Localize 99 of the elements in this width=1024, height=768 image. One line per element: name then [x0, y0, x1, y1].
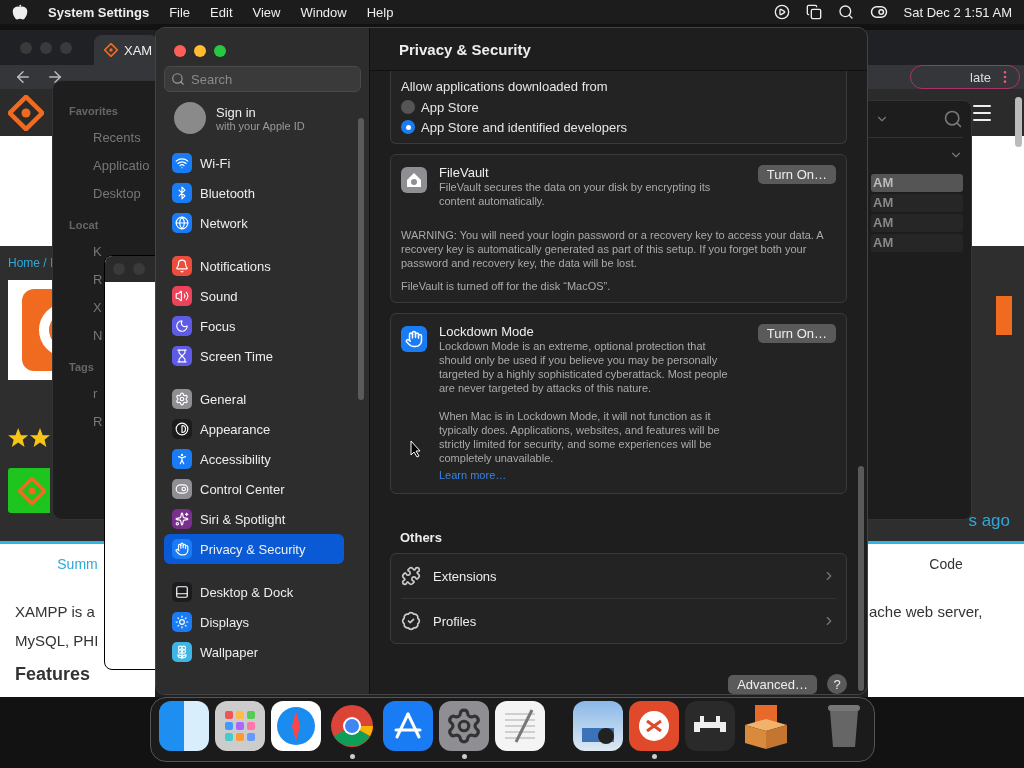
sidebar-item[interactable]: Notifications [164, 251, 344, 281]
card-description: When Mac is in Lockdown Mode, it will not function as it typically does. Applications, websites, and features will be strictly limited for security, and some experiences will be completely unavailable. [439, 409, 721, 465]
sidebar-item[interactable]: Desktop [93, 181, 141, 207]
settings-icon[interactable] [439, 700, 489, 751]
back-icon[interactable] [14, 68, 32, 86]
logo-icon [18, 476, 46, 505]
radio-option[interactable]: App Store [401, 97, 836, 117]
sidebar-item[interactable]: K [93, 239, 102, 265]
window-controls[interactable] [174, 45, 226, 57]
card-title: FileVault [439, 165, 490, 180]
card-title: Lockdown Mode [439, 324, 535, 339]
menu-item[interactable]: Help [366, 4, 394, 20]
forward-icon[interactable] [46, 68, 64, 86]
finder-icon[interactable] [159, 700, 209, 751]
sidebar-item[interactable]: Control Center [164, 474, 344, 504]
settings-row[interactable]: Extensions [401, 554, 836, 598]
list-row[interactable]: AM [871, 214, 963, 232]
apple-icon[interactable] [12, 4, 28, 20]
house-icon [401, 167, 427, 193]
notepad-icon[interactable] [495, 700, 545, 751]
compass-icon[interactable] [271, 700, 321, 751]
sidebar-item[interactable]: Focus [164, 311, 344, 341]
breadcrumb[interactable]: Home / I [8, 256, 54, 270]
cursor-icon [410, 440, 422, 458]
clock[interactable]: Sat Dec 2 1:51 AM [903, 4, 1012, 20]
settings-row[interactable]: Profiles [401, 598, 836, 643]
account-title[interactable]: Sign in [216, 104, 305, 120]
page-heading: Features [15, 664, 92, 685]
sidebar-item[interactable]: Applicatio [93, 153, 150, 179]
section-label: Allow applications downloaded from [401, 78, 609, 96]
help-button[interactable]: ? [827, 674, 847, 694]
scrollbar[interactable] [1015, 97, 1022, 147]
sidebar-item[interactable]: R [93, 409, 103, 435]
toggle-icon[interactable] [869, 3, 888, 21]
sidebar-heading: Locat [69, 219, 100, 231]
sidebar-item[interactable]: Desktop & Dock [164, 577, 344, 607]
page-text: MySQL, PHI [15, 631, 100, 651]
list-row[interactable]: AM [871, 234, 963, 252]
window-title: Privacy & Security [399, 40, 531, 58]
sidebar-item[interactable]: Wi-Fi [164, 148, 344, 178]
radio-option[interactable]: App Store and identified developers [401, 117, 836, 137]
list-row[interactable]: AM [871, 194, 963, 212]
menu-item[interactable]: Edit [210, 4, 233, 20]
app-store-icon[interactable] [383, 700, 433, 751]
page-text: ache web server, [869, 602, 984, 622]
sidebar-item[interactable]: Network [164, 208, 344, 238]
list-row[interactable]: AM [871, 174, 963, 192]
menu-item[interactable]: View [252, 4, 281, 20]
sidebar-item[interactable]: N [93, 323, 103, 349]
sidebar-item[interactable]: r [93, 381, 98, 407]
sidebar-item[interactable]: Siri & Spotlight [164, 504, 344, 534]
app-menu[interactable]: System Settings [48, 4, 150, 20]
puzzle-icon [401, 566, 421, 586]
sidebar-item[interactable]: Recents [93, 125, 141, 151]
sidebar-item[interactable]: R [93, 267, 103, 293]
badge-check-icon [401, 611, 421, 631]
sidebar-heading: Favorites [69, 105, 119, 117]
menu-item[interactable]: File [169, 4, 191, 20]
turn-on-button[interactable]: Turn On… [757, 165, 836, 184]
warning-text: WARNING: You will need your login password or a recovery key to access your data. A recovery key is automatically generated as part of this setup. If you forget both your password and recovery key, the data will be lost. [401, 228, 825, 270]
grid-icon[interactable] [215, 700, 265, 751]
sidebar-item[interactable]: X [93, 295, 102, 321]
search-field[interactable]: Search [164, 66, 361, 92]
sidebar-item[interactable]: Privacy & Security [164, 534, 344, 564]
status-text: FileVault is turned off for the disk “MacOS”. [401, 280, 612, 292]
hand-icon [401, 326, 427, 352]
sidebar-item[interactable]: General [164, 384, 344, 414]
sidebar-heading: Tags [69, 361, 95, 373]
menu-item[interactable]: Window [300, 4, 347, 20]
advanced-button[interactable]: Advanced… [728, 674, 817, 694]
sidebar-item[interactable]: Appearance [164, 414, 344, 444]
windows-icon[interactable] [805, 4, 822, 20]
search-icon [171, 72, 185, 86]
sidebar-item[interactable]: Accessibility [164, 444, 344, 474]
section-heading: Others [400, 530, 443, 545]
page-text: XAMPP is a [15, 602, 96, 622]
page-tab[interactable]: Code [929, 556, 963, 572]
time-link[interactable]: s ago [968, 511, 1010, 531]
play-icon[interactable] [773, 4, 790, 20]
scrollbar[interactable] [858, 466, 864, 691]
sidebar-item[interactable]: Displays [164, 607, 344, 637]
photo-viewer-icon[interactable] [573, 700, 623, 751]
remote-desktop-icon[interactable] [629, 700, 679, 751]
scrollbar[interactable] [358, 118, 364, 400]
avatar[interactable] [174, 102, 206, 134]
stars-drawing [8, 428, 52, 448]
logo-icon [8, 94, 44, 131]
sidebar-item[interactable]: Bluetooth [164, 178, 344, 208]
card-description: FileVault secures the data on your disk by encrypting its content automatically. [439, 180, 712, 208]
search-icon[interactable] [837, 4, 854, 20]
sidebar-item[interactable]: Screen Time [164, 341, 344, 371]
card-description: Lockdown Mode is an extreme, optional protection that should only be used if you believe you may be personally targeted by a highly sophisticated cyberattack. Most people are never targeted by attacks of this nature. [439, 339, 729, 395]
sidebar-item[interactable]: Wallpaper [164, 637, 344, 667]
learn-more-link[interactable]: Learn more… [439, 469, 507, 481]
sidebar-item[interactable]: Sound [164, 281, 344, 311]
logo-icon [104, 43, 118, 57]
game-controller-icon[interactable] [685, 700, 735, 751]
account-subtitle: with your Apple ID [216, 119, 305, 132]
turn-on-button[interactable]: Turn On… [757, 324, 836, 343]
